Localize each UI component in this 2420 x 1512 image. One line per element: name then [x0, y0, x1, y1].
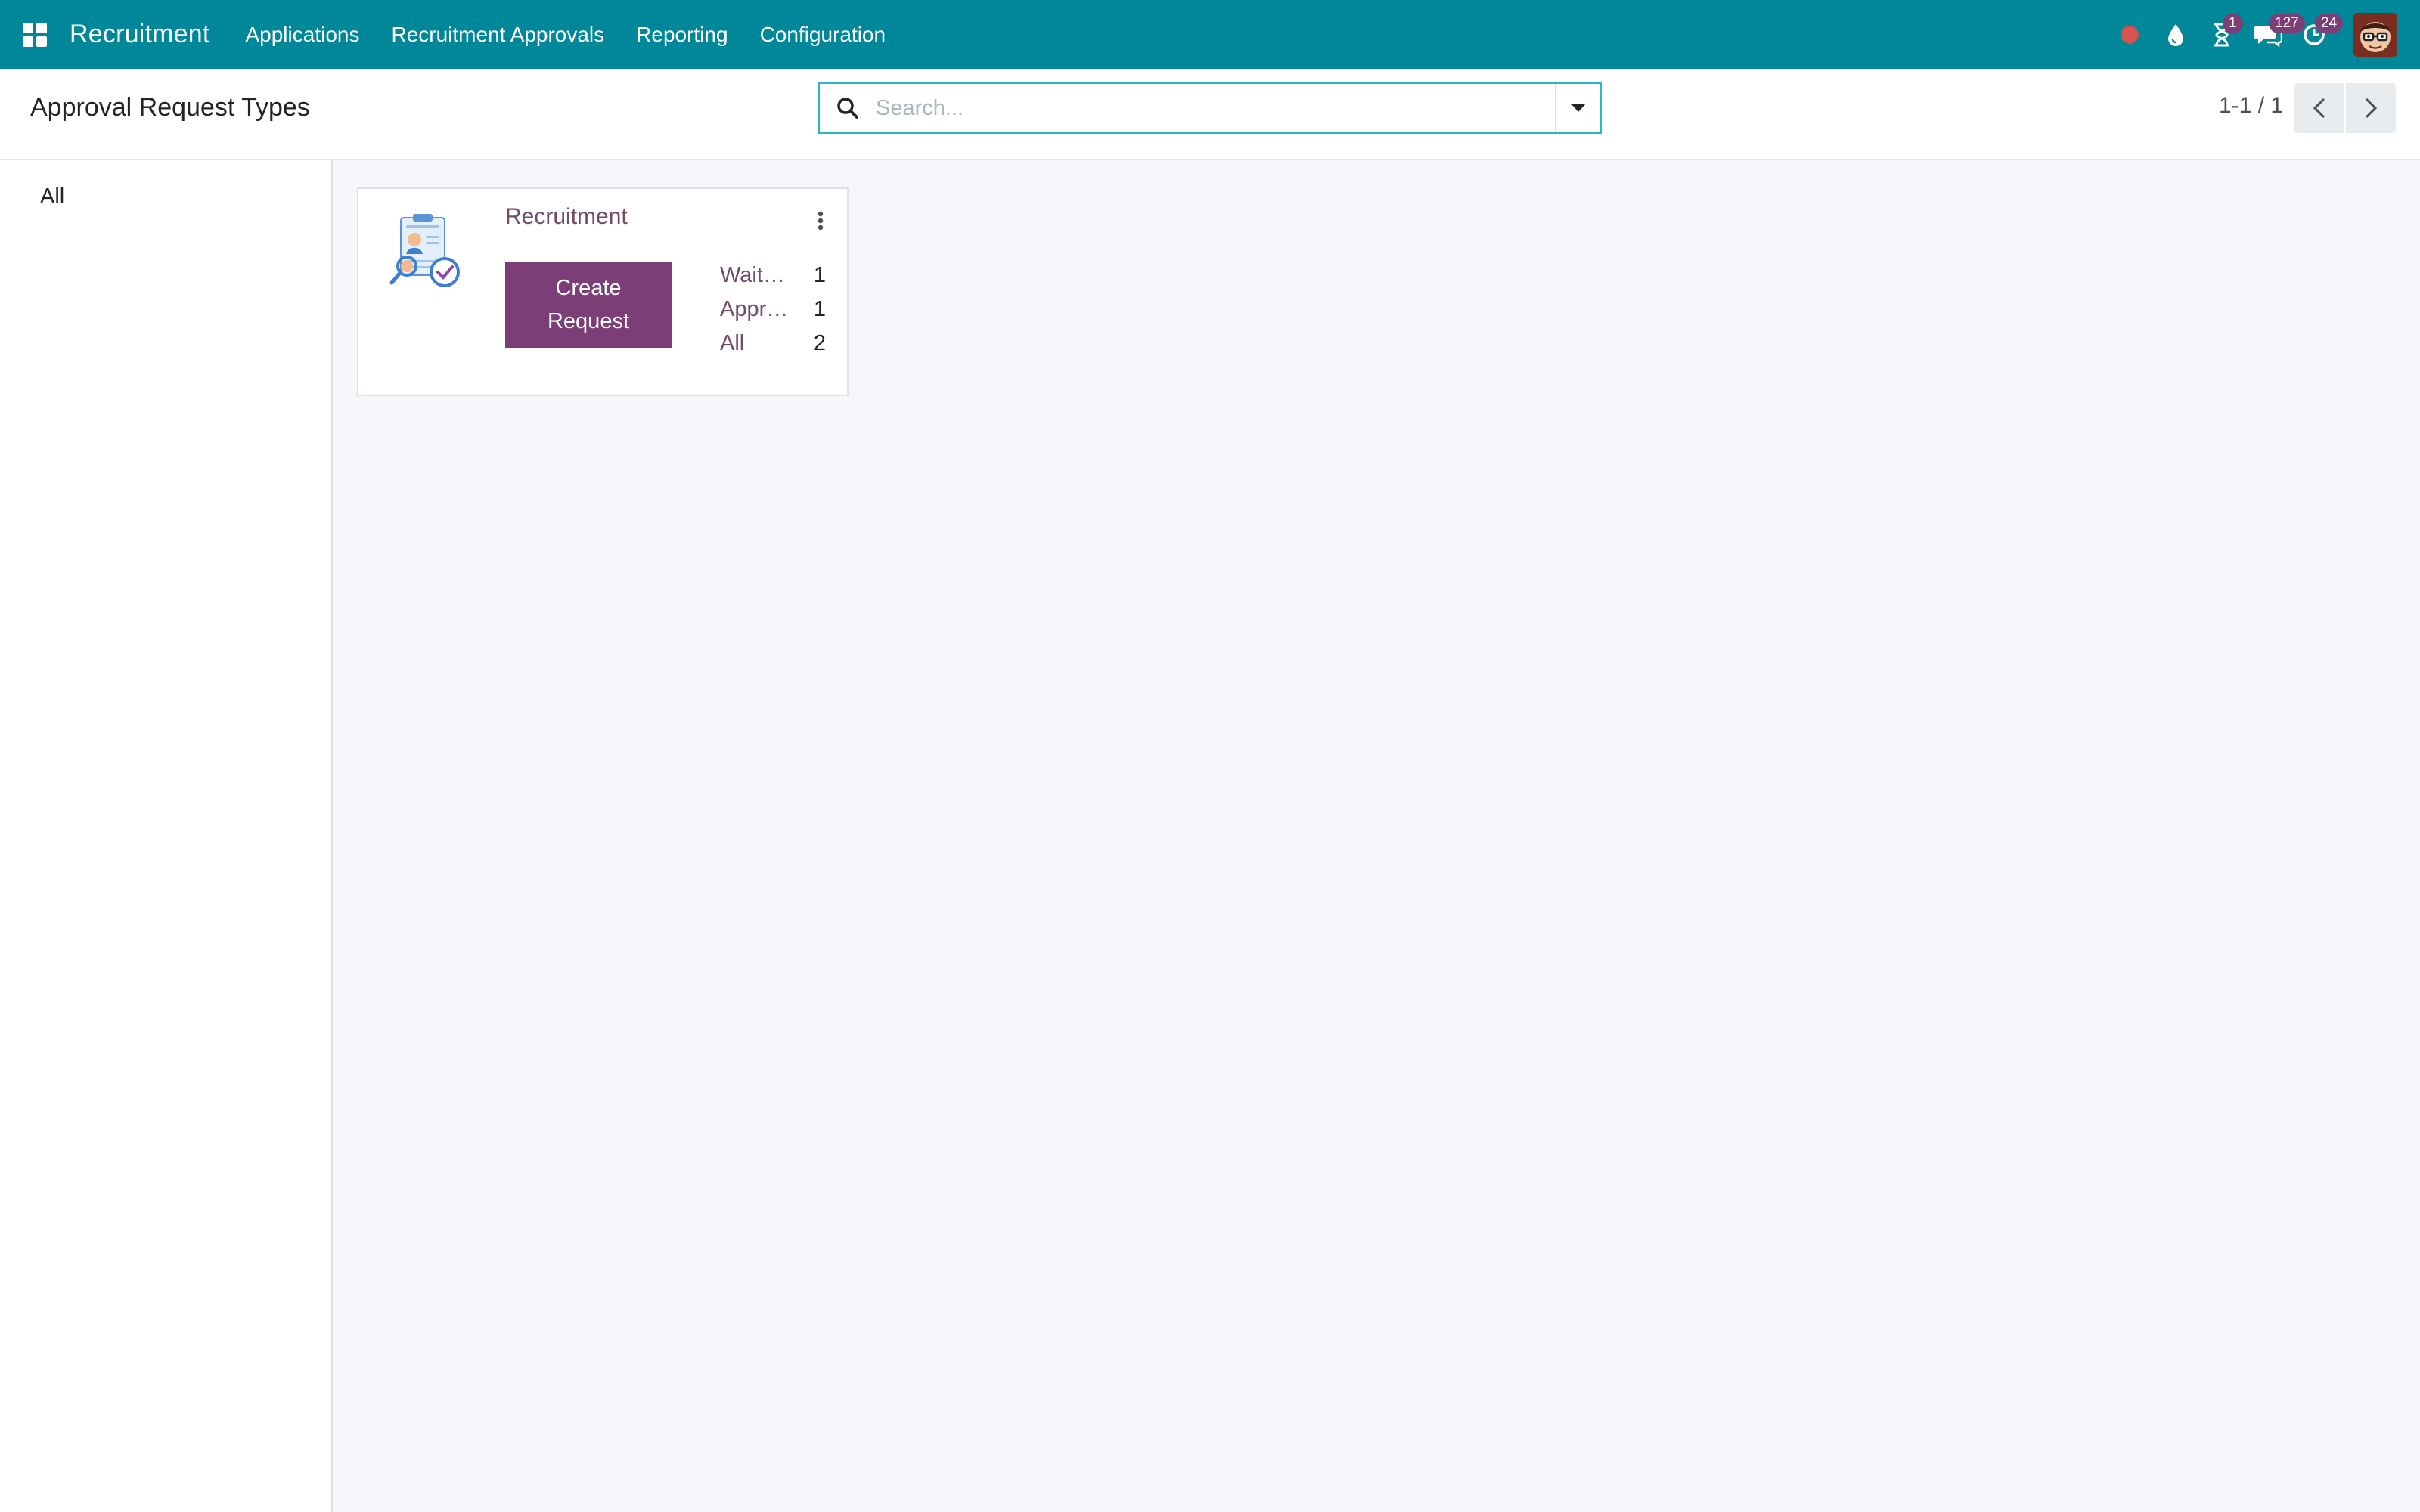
chevron-left-icon [2313, 98, 2325, 119]
water-drop-icon [2167, 23, 2183, 46]
control-panel: Approval Request Types 1-1 / 1 [0, 69, 2420, 160]
pager-next-button[interactable] [2346, 83, 2396, 133]
status-dot-button[interactable] [2106, 0, 2152, 69]
filter-sidebar: All [0, 160, 333, 1512]
create-request-button[interactable]: Create Request [505, 262, 672, 348]
user-avatar[interactable] [2353, 12, 2397, 57]
caret-down-icon [1571, 104, 1585, 112]
stat-label: Appr… [720, 296, 788, 321]
search-icon [820, 84, 876, 132]
pager-previous-button[interactable] [2294, 83, 2344, 133]
search-input[interactable] [876, 84, 1555, 132]
card-dropdown-button[interactable] [808, 206, 833, 236]
vertical-ellipsis-icon [818, 211, 824, 231]
activity-count-badge: 1 [2223, 14, 2243, 33]
menu-applications[interactable]: Applications [229, 23, 375, 47]
app-grid-icon[interactable] [0, 0, 70, 69]
search-bar [818, 82, 1602, 134]
theme-toggle-button[interactable] [2152, 0, 2198, 69]
stat-all[interactable]: All 2 [720, 328, 826, 358]
page-title: Approval Request Types [30, 93, 310, 122]
menu-configuration[interactable]: Configuration [744, 23, 902, 47]
stat-label: All [720, 330, 745, 355]
stat-count: 1 [813, 296, 826, 321]
menu-reporting[interactable]: Reporting [620, 23, 743, 47]
clock-count-badge: 24 [2315, 14, 2344, 33]
stat-count: 2 [813, 330, 826, 355]
card-title[interactable]: Recruitment [505, 204, 628, 230]
red-status-icon [2120, 25, 2139, 44]
sidebar-item-all[interactable]: All [0, 175, 331, 218]
activities-button[interactable]: 1 [2198, 0, 2245, 69]
stat-approved[interactable]: Appr… 1 [720, 294, 826, 324]
chevron-right-icon [2365, 98, 2378, 119]
timesheet-button[interactable]: 24 [2291, 0, 2344, 69]
search-options-toggle[interactable] [1555, 84, 1600, 132]
stat-label: Wait… [720, 262, 785, 287]
systray: 1 127 24 [2106, 0, 2420, 69]
approval-document-icon [384, 212, 467, 295]
menu-recruitment-approvals[interactable]: Recruitment Approvals [375, 23, 620, 47]
app-brand[interactable]: Recruitment [70, 20, 209, 49]
kanban-card[interactable]: Recruitment Create Request Wait… 1 Appr…… [357, 187, 849, 396]
messages-button[interactable]: 127 [2245, 0, 2305, 69]
main-navbar: Recruitment Applications Recruitment App… [0, 0, 2420, 69]
pager-value[interactable]: 1-1 / 1 [2219, 93, 2283, 119]
stat-count: 1 [813, 262, 826, 287]
stat-waiting[interactable]: Wait… 1 [720, 260, 826, 290]
kanban-view: Recruitment Create Request Wait… 1 Appr…… [333, 160, 2420, 1512]
